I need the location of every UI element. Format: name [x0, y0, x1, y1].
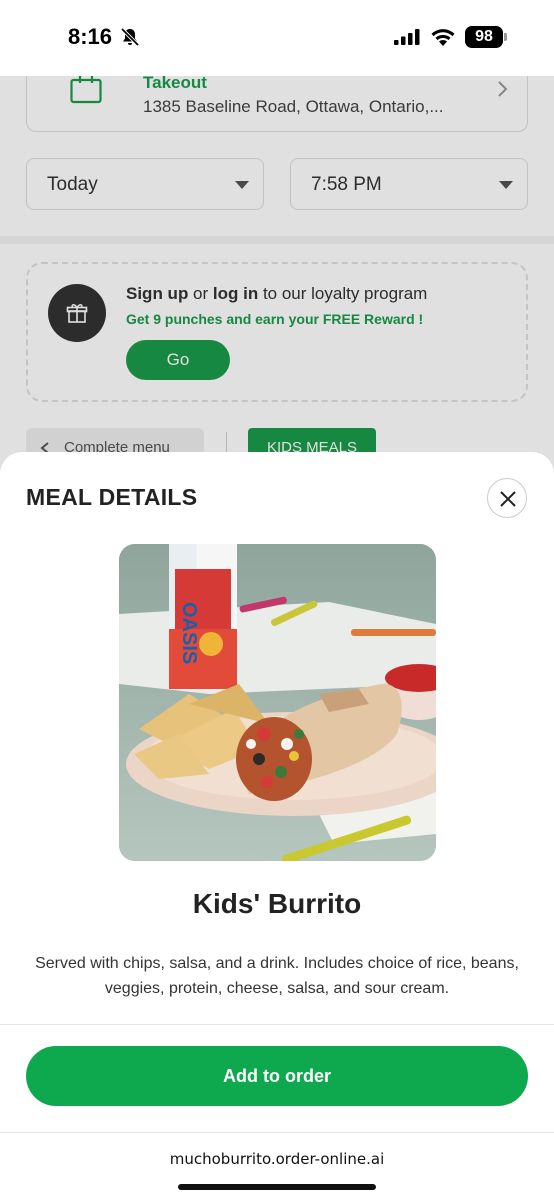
battery-nub: [504, 33, 507, 41]
home-indicator[interactable]: [178, 1184, 376, 1190]
add-to-order-button[interactable]: Add to order: [26, 1046, 528, 1106]
status-bar: 8:16 98: [0, 0, 554, 76]
status-time: 8:16: [68, 24, 113, 49]
meal-photo: OASIS: [119, 544, 436, 861]
sheet-divider: [0, 1024, 554, 1025]
wifi-icon: [431, 29, 455, 46]
battery-icon: 98: [465, 26, 503, 48]
url-text: muchoburrito.order-online.ai: [169, 1150, 385, 1168]
close-icon: [500, 491, 516, 507]
meal-name: Kids' Burrito: [192, 888, 362, 919]
close-button[interactable]: [487, 478, 527, 518]
cellular-signal-icon: [394, 29, 420, 45]
browser-url-bar[interactable]: muchoburrito.order-online.ai: [0, 1132, 554, 1200]
meal-details-sheet: MEAL DETAILS OASIS Kids' Burrito Served …: [0, 452, 554, 1200]
drink-label: OASIS: [178, 602, 200, 664]
bell-muted-icon: [120, 27, 140, 47]
sheet-title: MEAL DETAILS: [26, 484, 198, 510]
meal-description: Served with chips, salsa, and a drink. I…: [35, 955, 519, 997]
